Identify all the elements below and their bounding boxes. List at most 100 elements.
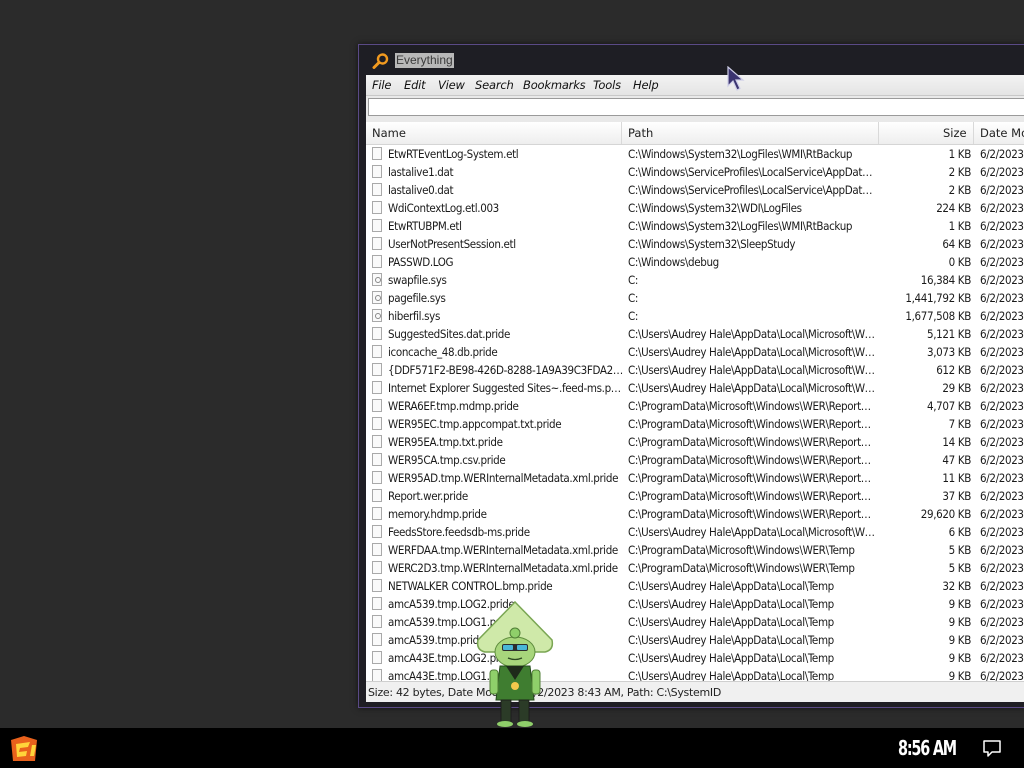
file-name-cell: EtwRTEventLog-System.etl <box>388 147 519 161</box>
table-row[interactable]: pagefile.sys C: 1,441,792 KB 6/2/2023 <box>366 289 1024 307</box>
file-size-cell: 9 KB <box>948 615 972 629</box>
date-modified-cell: 6/2/2023 <box>980 237 1024 251</box>
table-row[interactable]: amcA43E.tmp.LOG2.pride C:\Users\Audrey Ha… <box>366 649 1024 667</box>
file-path-cell: C:\ProgramData\Microsoft\Windows\WER\Rep… <box>628 471 876 485</box>
table-row[interactable]: WER95EC.tmp.appcompat.txt.pride C:\Progra… <box>366 415 1024 433</box>
mouse-cursor-icon <box>727 66 745 91</box>
table-row[interactable]: amcA539.tmp.LOG2.pride C:\Users\Audrey Ha… <box>366 595 1024 613</box>
file-icon <box>372 327 382 340</box>
date-modified-cell: 6/2/2023 <box>980 201 1024 215</box>
table-row[interactable]: WER95EA.tmp.txt.pride C:\ProgramData\Micr… <box>366 433 1024 451</box>
file-size-cell: 29,620 KB <box>920 507 972 521</box>
date-modified-cell: 6/2/2023 <box>980 543 1024 557</box>
table-row[interactable]: EtwRTUBPM.etl C:\Windows\System32\LogFile… <box>366 217 1024 235</box>
column-divider[interactable] <box>878 122 879 144</box>
file-icon <box>372 525 382 538</box>
menu-help[interactable]: Help <box>633 78 659 92</box>
table-row[interactable]: NETWALKER CONTROL.bmp.pride C:\Users\Audr… <box>366 577 1024 595</box>
table-row[interactable]: PASSWD.LOG C:\Windows\debug 0 KB 6/2/2023 <box>366 253 1024 271</box>
file-size-cell: 37 KB <box>942 489 971 503</box>
menu-bookmarks[interactable]: Bookmarks <box>523 78 586 92</box>
table-row[interactable]: Internet Explorer Suggested Sites~.feed-… <box>366 379 1024 397</box>
file-list[interactable]: EtwRTEventLog-System.etl C:\Windows\Syste… <box>366 145 1024 681</box>
table-row[interactable]: swapfile.sys C: 16,384 KB 6/2/2023 <box>366 271 1024 289</box>
table-row[interactable]: WER95CA.tmp.csv.pride C:\ProgramData\Micr… <box>366 451 1024 469</box>
menu-tools[interactable]: Tools <box>593 78 621 92</box>
date-modified-cell: 6/2/2023 <box>980 381 1024 395</box>
table-row[interactable]: WERC2D3.tmp.WERInternalMetadata.xml.prid… <box>366 559 1024 577</box>
file-icon <box>372 597 382 610</box>
date-modified-cell: 6/2/2023 <box>980 525 1024 539</box>
date-modified-cell: 6/2/2023 <box>980 435 1024 449</box>
search-bar <box>366 96 1024 122</box>
table-row[interactable]: EtwRTEventLog-System.etl C:\Windows\Syste… <box>366 145 1024 163</box>
file-icon <box>372 615 382 628</box>
table-row[interactable]: UserNotPresentSession.etl C:\Windows\Syst… <box>366 235 1024 253</box>
column-size[interactable]: Size <box>943 126 967 140</box>
start-menu-icon[interactable] <box>8 734 40 764</box>
file-icon <box>372 561 382 574</box>
file-path-cell: C:\Windows\System32\LogFiles\WMI\RtBacku… <box>628 147 853 161</box>
file-name-cell: hiberfil.sys <box>388 309 440 323</box>
menu-edit[interactable]: Edit <box>404 78 426 92</box>
table-row[interactable]: lastalive0.dat C:\Windows\ServiceProfiles… <box>366 181 1024 199</box>
file-path-cell: C:\Windows\ServiceProfiles\LocalService\… <box>628 165 876 179</box>
file-name-cell: WER95AD.tmp.WERInternalMetadata.xml.prid… <box>388 471 619 485</box>
table-row[interactable]: iconcache_48.db.pride C:\Users\Audrey Hal… <box>366 343 1024 361</box>
file-size-cell: 9 KB <box>948 651 972 665</box>
file-path-cell: C:\Users\Audrey Hale\AppData\Local\Micro… <box>628 363 876 377</box>
file-name-cell: WER95CA.tmp.csv.pride <box>388 453 506 467</box>
date-modified-cell: 6/2/2023 <box>980 165 1024 179</box>
file-icon <box>372 183 382 196</box>
file-size-cell: 3,073 KB <box>927 345 971 359</box>
taskbar-clock[interactable]: 8:56 AM <box>898 736 957 760</box>
everything-window[interactable]: Everything File Edit View Search Bookmar… <box>358 44 1024 708</box>
menu-view[interactable]: View <box>438 78 465 92</box>
file-path-cell: C:\ProgramData\Microsoft\Windows\WER\Rep… <box>628 417 876 431</box>
table-row[interactable]: memory.hdmp.pride C:\ProgramData\Microsof… <box>366 505 1024 523</box>
table-row[interactable]: FeedsStore.feedsdb-ms.pride C:\Users\Audr… <box>366 523 1024 541</box>
column-date-modified[interactable]: Date Mod <box>980 126 1024 140</box>
table-row[interactable]: WERA6EF.tmp.mdmp.pride C:\ProgramData\Mic… <box>366 397 1024 415</box>
file-icon <box>372 345 382 358</box>
column-divider[interactable] <box>621 122 622 144</box>
table-row[interactable]: SuggestedSites.dat.pride C:\Users\Audrey … <box>366 325 1024 343</box>
file-size-cell: 1,677,508 KB <box>905 309 971 323</box>
table-row[interactable]: WERFDAA.tmp.WERInternalMetadata.xml.prid… <box>366 541 1024 559</box>
action-center-icon[interactable] <box>982 739 1002 757</box>
file-icon <box>372 435 382 448</box>
file-path-cell: C: <box>628 291 639 305</box>
table-row[interactable]: amcA539.tmp.LOG1.pride C:\Users\Audrey Ha… <box>366 613 1024 631</box>
file-path-cell: C:\Users\Audrey Hale\AppData\Local\Temp <box>628 579 834 593</box>
file-size-cell: 0 KB <box>948 255 972 269</box>
table-row[interactable]: Report.wer.pride C:\ProgramData\Microsoft… <box>366 487 1024 505</box>
search-input[interactable] <box>368 98 1024 116</box>
file-size-cell: 5 KB <box>948 561 972 575</box>
column-divider[interactable] <box>973 122 974 144</box>
file-size-cell: 5 KB <box>948 543 972 557</box>
file-size-cell: 9 KB <box>948 669 972 681</box>
menu-file[interactable]: File <box>372 78 391 92</box>
window-client: File Edit View Search Bookmarks Tools He… <box>366 75 1024 702</box>
file-name-cell: UserNotPresentSession.etl <box>388 237 516 251</box>
menu-search[interactable]: Search <box>475 78 514 92</box>
table-row[interactable]: WER95AD.tmp.WERInternalMetadata.xml.prid… <box>366 469 1024 487</box>
file-path-cell: C:\Users\Audrey Hale\AppData\Local\Temp <box>628 651 834 665</box>
date-modified-cell: 6/2/2023 <box>980 183 1024 197</box>
column-path[interactable]: Path <box>628 126 653 140</box>
table-row[interactable]: WdiContextLog.etl.003 C:\Windows\System32… <box>366 199 1024 217</box>
system-file-icon <box>372 291 382 304</box>
table-row[interactable]: amcA43E.tmp.LOG1.pride C:\Users\Audrey Ha… <box>366 667 1024 681</box>
file-icon <box>372 165 382 178</box>
file-size-cell: 11 KB <box>942 471 971 485</box>
title-bar[interactable]: Everything <box>359 45 1024 75</box>
date-modified-cell: 6/2/2023 <box>980 597 1024 611</box>
column-name[interactable]: Name <box>372 126 406 140</box>
table-row[interactable]: lastalive1.dat C:\Windows\ServiceProfiles… <box>366 163 1024 181</box>
date-modified-cell: 6/2/2023 <box>980 615 1024 629</box>
table-row[interactable]: hiberfil.sys C: 1,677,508 KB 6/2/2023 <box>366 307 1024 325</box>
file-name-cell: WER95EA.tmp.txt.pride <box>388 435 503 449</box>
table-row[interactable]: {DDF571F2-BE98-426D-8288-1A9A39C3FDA2}.p… <box>366 361 1024 379</box>
file-icon <box>372 381 382 394</box>
table-row[interactable]: amcA539.tmp.pride C:\Users\Audrey Hale\Ap… <box>366 631 1024 649</box>
